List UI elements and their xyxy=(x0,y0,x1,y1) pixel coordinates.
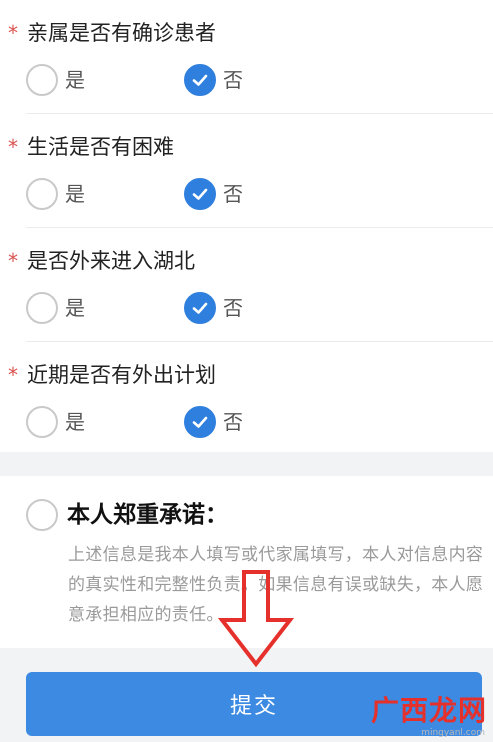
option-label: 是 xyxy=(65,182,85,206)
required-mark: * xyxy=(8,249,18,273)
option-label: 是 xyxy=(65,296,85,320)
option-no[interactable]: 否 xyxy=(184,290,243,326)
question-title: 亲属是否有确诊患者 xyxy=(27,21,216,45)
option-label: 是 xyxy=(65,68,85,92)
option-label: 否 xyxy=(223,182,243,206)
question-title: 近期是否有外出计划 xyxy=(27,363,216,387)
question-relatives-diagnosed: * 亲属是否有确诊患者 是 否 xyxy=(0,0,493,114)
checkmark-icon xyxy=(192,74,208,86)
question-life-difficulty: * 生活是否有困难 是 否 xyxy=(0,114,493,228)
option-yes[interactable]: 是 xyxy=(26,176,85,212)
watermark-text: 广西龙网 xyxy=(370,694,487,727)
radio-unchecked-icon[interactable] xyxy=(26,406,58,438)
promise-radio-unchecked-icon[interactable] xyxy=(26,499,58,531)
promise-checkbox-row[interactable]: 本人郑重承诺： xyxy=(26,498,228,532)
question-card: * 亲属是否有确诊患者 是 否 * 生活是否有困难 是 否 * 是否外来进入湖北… xyxy=(0,0,493,452)
required-mark: * xyxy=(8,21,18,45)
radio-checked-icon[interactable] xyxy=(184,406,216,438)
watermark-logo: 广西龙网 mingyanl.com xyxy=(357,694,487,738)
question-entered-hubei: * 是否外来进入湖北 是 否 xyxy=(0,228,493,342)
option-label: 否 xyxy=(223,410,243,434)
required-mark: * xyxy=(8,363,18,387)
option-no[interactable]: 否 xyxy=(184,62,243,98)
question-travel-plan: * 近期是否有外出计划 是 否 xyxy=(0,342,493,456)
radio-unchecked-icon[interactable] xyxy=(26,178,58,210)
question-title: 生活是否有困难 xyxy=(27,135,174,159)
option-label: 是 xyxy=(65,410,85,434)
required-mark: * xyxy=(8,135,18,159)
radio-checked-icon[interactable] xyxy=(184,64,216,96)
radio-checked-icon[interactable] xyxy=(184,292,216,324)
checkmark-icon xyxy=(192,188,208,200)
watermark-url: mingyanl.com xyxy=(421,728,485,738)
option-label: 否 xyxy=(223,68,243,92)
radio-unchecked-icon[interactable] xyxy=(26,292,58,324)
down-arrow-icon xyxy=(217,570,295,668)
checkmark-icon xyxy=(192,416,208,428)
question-title: 是否外来进入湖北 xyxy=(27,249,195,273)
option-yes[interactable]: 是 xyxy=(26,290,85,326)
option-yes[interactable]: 是 xyxy=(26,404,85,440)
option-no[interactable]: 否 xyxy=(184,404,243,440)
radio-unchecked-icon[interactable] xyxy=(26,64,58,96)
radio-checked-icon[interactable] xyxy=(184,178,216,210)
option-yes[interactable]: 是 xyxy=(26,62,85,98)
checkmark-icon xyxy=(192,302,208,314)
option-no[interactable]: 否 xyxy=(184,176,243,212)
option-label: 否 xyxy=(223,296,243,320)
form-page: * 亲属是否有确诊患者 是 否 * 生活是否有困难 是 否 * 是否外来进入湖北… xyxy=(0,0,493,742)
promise-title: 本人郑重承诺： xyxy=(67,502,228,528)
